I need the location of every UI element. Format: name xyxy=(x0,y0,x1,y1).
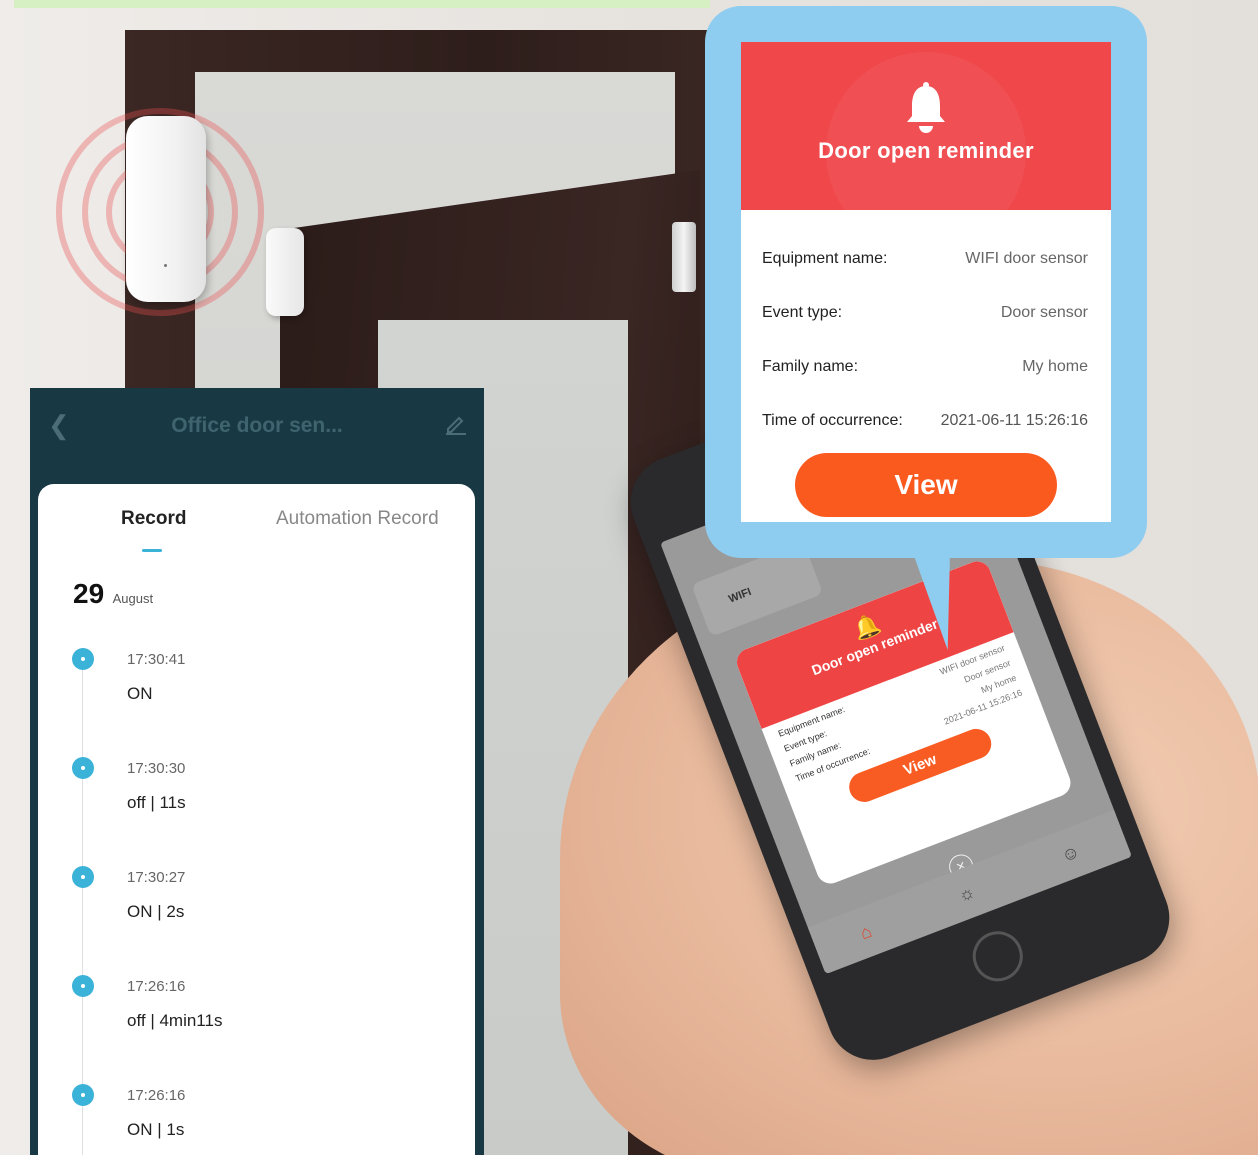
row-label: Family name: xyxy=(762,358,859,375)
row-value: Door sensor xyxy=(1000,304,1088,321)
record-app-screen: ❮ Office door sen... Record Automation R… xyxy=(30,388,484,1155)
popup-header: Door open reminder xyxy=(741,42,1111,252)
record-entry[interactable]: 17:30:27 ON | 2s xyxy=(72,866,452,966)
row-event-type: Event type: Door sensor xyxy=(741,286,1111,340)
tab-bar: Record Automation Record xyxy=(38,484,475,556)
record-entry[interactable]: 17:30:41 ON xyxy=(72,648,452,748)
record-state: off | 4min11s xyxy=(127,1011,223,1030)
record-entry[interactable]: 17:26:16 off | 4min11s xyxy=(72,975,452,1075)
timeline-dot-icon xyxy=(72,1084,94,1106)
door-open-reminder-popup: Door open reminder Equipment name: WIFI … xyxy=(741,42,1111,522)
row-label: Equipment name: xyxy=(762,250,888,267)
active-tab-indicator xyxy=(142,549,162,552)
record-state: ON | 1s xyxy=(127,1120,185,1139)
row-label: Event type: xyxy=(762,304,843,321)
app-header: ❮ Office door sen... xyxy=(30,388,484,484)
door-hinge xyxy=(672,222,696,292)
record-entry[interactable]: 17:30:30 off | 11s xyxy=(72,757,452,857)
record-sheet: Record Automation Record 29 August 17:30… xyxy=(38,484,475,1155)
record-time: 17:26:16 xyxy=(127,1087,186,1104)
record-entry[interactable]: 17:26:16 ON | 1s xyxy=(72,1084,452,1155)
row-value: WIFI door sensor xyxy=(965,250,1088,267)
row-value: My home xyxy=(1022,358,1088,375)
device-card-label: WIFI xyxy=(727,585,754,606)
door-sensor-magnet xyxy=(266,228,304,316)
record-time: 17:30:30 xyxy=(127,760,186,777)
sun-icon[interactable]: ☼ xyxy=(955,881,978,907)
timeline-dot-icon xyxy=(72,757,94,779)
sensor-led-indicator xyxy=(164,264,167,267)
record-time: 17:30:27 xyxy=(127,869,186,886)
timeline-dot-icon xyxy=(72,975,94,997)
popup-title: Door open reminder xyxy=(818,138,1034,163)
row-label: Time of occurrence: xyxy=(762,412,903,429)
top-banner-strip xyxy=(14,0,710,8)
device-title: Office door sen... xyxy=(171,414,343,437)
door-sensor-body xyxy=(126,116,206,302)
edit-icon[interactable] xyxy=(444,412,468,436)
bell-icon xyxy=(907,82,945,133)
row-value: 2021-06-11 15:26:16 xyxy=(940,412,1088,429)
record-state: ON xyxy=(127,684,153,703)
record-state: off | 11s xyxy=(127,793,186,812)
row-time-of-occurrence: Time of occurrence: 2021-06-11 15:26:16 xyxy=(741,394,1111,448)
tab-automation-record[interactable]: Automation Record xyxy=(276,508,439,530)
profile-icon[interactable]: ☺ xyxy=(1058,840,1083,866)
phone-home-button[interactable] xyxy=(965,924,1031,989)
row-family-name: Family name: My home xyxy=(741,340,1111,394)
record-time: 17:26:16 xyxy=(127,978,186,995)
record-time: 17:30:41 xyxy=(127,651,186,668)
timeline-dot-icon xyxy=(72,866,94,888)
home-icon[interactable]: ⌂ xyxy=(857,920,875,944)
date-day: 29 xyxy=(73,578,105,609)
date-month: August xyxy=(112,591,154,606)
date-header: 29 August xyxy=(73,578,153,610)
view-button[interactable]: View xyxy=(795,453,1057,517)
timeline-dot-icon xyxy=(72,648,94,670)
tab-record[interactable]: Record xyxy=(121,508,186,530)
record-state: ON | 2s xyxy=(127,902,185,921)
